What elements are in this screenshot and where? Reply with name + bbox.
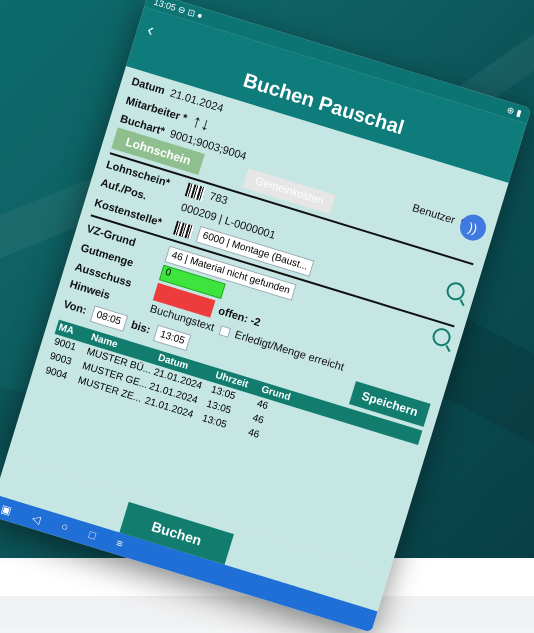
von-label: Von:	[61, 298, 89, 317]
back-icon[interactable]: ‹	[145, 19, 157, 41]
barcode-icon[interactable]	[184, 182, 206, 202]
search-icon[interactable]	[430, 325, 453, 349]
lohnschein-value: 783	[207, 190, 229, 208]
status-right: ⊕ ▮	[505, 104, 523, 119]
back-nav-icon[interactable]: ◁	[30, 511, 42, 526]
home-nav-icon[interactable]: ○	[60, 521, 70, 534]
barcode-icon[interactable]	[173, 220, 195, 239]
von-input[interactable]: 08:05	[89, 304, 128, 332]
bis-input[interactable]: 13:05	[153, 324, 192, 351]
erledigt-checkbox[interactable]	[218, 325, 231, 338]
recents-nav-icon[interactable]: □	[87, 529, 97, 542]
app-icon[interactable]: ▣	[0, 502, 13, 518]
bis-label: bis:	[129, 319, 152, 337]
search-icon[interactable]	[444, 280, 467, 303]
sort-arrows-icon[interactable]: ↑↓	[190, 110, 213, 135]
menu-nav-icon[interactable]: ≡	[115, 537, 125, 550]
